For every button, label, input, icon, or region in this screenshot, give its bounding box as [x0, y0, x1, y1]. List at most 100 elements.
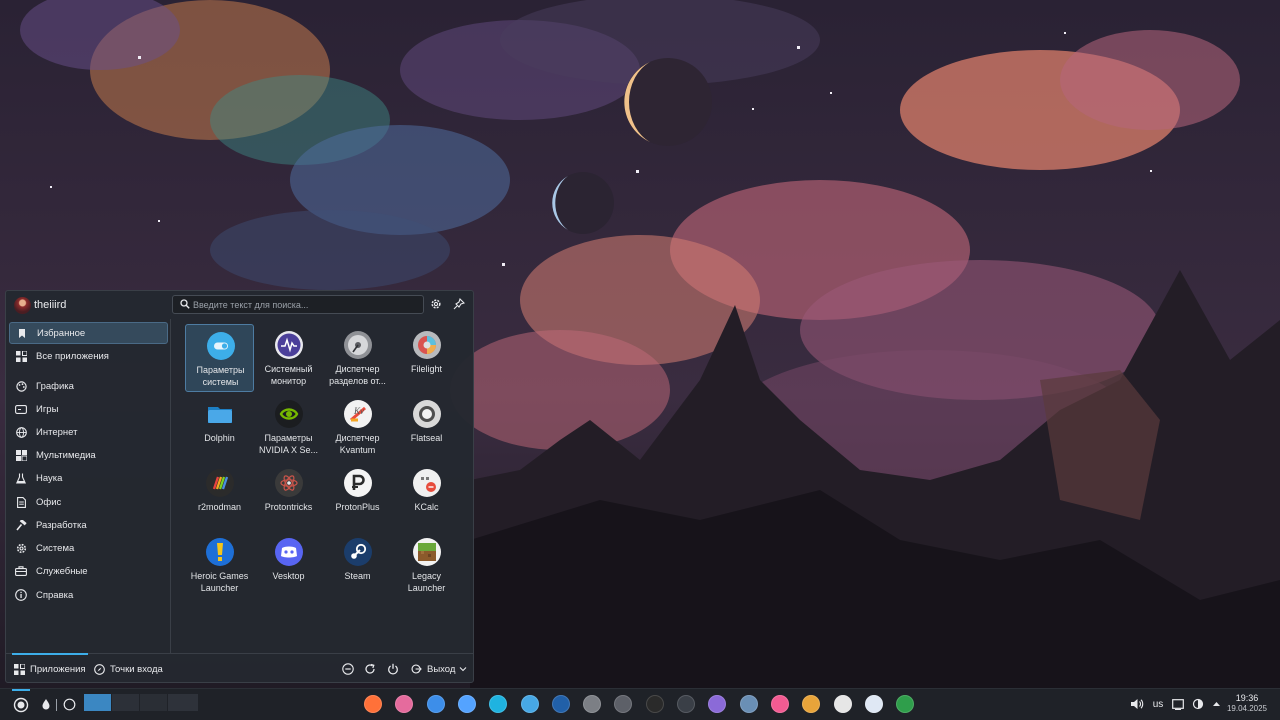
tab-applications[interactable]: Приложения: [12, 653, 88, 678]
category-favorites[interactable]: Избранное: [9, 322, 168, 344]
show-hidden-icons-button[interactable]: [1209, 695, 1223, 713]
taskbar-app-button[interactable]: [832, 693, 854, 715]
restart-button[interactable]: [363, 662, 376, 675]
app-filelight[interactable]: Filelight: [392, 324, 461, 392]
virtual-desktop-3[interactable]: [140, 694, 167, 711]
volume-button[interactable]: [1129, 695, 1145, 713]
logout-menu-button[interactable]: Выход: [411, 660, 467, 678]
category-all-apps[interactable]: Все приложения: [9, 345, 168, 367]
app-flatseal[interactable]: Flatseal: [392, 393, 461, 461]
taskbar-app-button[interactable]: [612, 693, 634, 715]
tab-places[interactable]: Точки входа: [94, 660, 163, 678]
app-kcalc[interactable]: KCalc: [392, 462, 461, 530]
taskbar-app-button[interactable]: [738, 693, 760, 715]
virtual-machine-icon: [740, 695, 758, 713]
digital-clock[interactable]: 19:36 19.04.2025: [1222, 693, 1272, 714]
category-label: Система: [36, 542, 75, 554]
category-help[interactable]: Справка: [9, 584, 168, 606]
virtual-desktop-2[interactable]: [112, 694, 139, 711]
app-system-settings[interactable]: Параметры системы: [185, 324, 254, 392]
category-graphics[interactable]: Графика: [9, 375, 168, 397]
app-kvantum-manager[interactable]: Kv Диспетчер Kvantum: [323, 393, 392, 461]
category-multimedia[interactable]: Мультимедиа: [9, 444, 168, 466]
taskbar-app-button[interactable]: [863, 693, 885, 715]
layers-icon: [802, 695, 820, 713]
sleep-button[interactable]: [341, 662, 354, 675]
app-label: Параметры системы: [196, 365, 245, 387]
app-legacy-launcher[interactable]: Legacy Launcher: [392, 531, 461, 599]
kde-connect-icon: [489, 695, 507, 713]
app-steam[interactable]: Steam: [323, 531, 392, 599]
spreadsheet-icon: [896, 695, 914, 713]
category-label: Офис: [36, 496, 62, 508]
flatseal-icon: [413, 400, 441, 428]
app-dolphin[interactable]: Dolphin: [185, 393, 254, 461]
system-monitor-icon: [275, 331, 303, 359]
tab-places-label: Точки входа: [110, 663, 163, 675]
protonplus-icon: [344, 469, 372, 497]
category-development[interactable]: Разработка: [9, 514, 168, 536]
app-protonplus[interactable]: ProtonPlus: [323, 462, 392, 530]
hammer-icon: [15, 519, 27, 531]
category-office[interactable]: Офис: [9, 491, 168, 513]
gear-icon: [431, 299, 441, 309]
app-label: Параметры NVIDIA X Se...: [258, 433, 319, 455]
circle-icon: [63, 698, 75, 710]
taskbar-app-button[interactable]: [456, 693, 478, 715]
restart-icon: [364, 663, 375, 674]
color-picker-button[interactable]: [36, 694, 56, 714]
app-label: Dolphin: [204, 433, 235, 443]
shutdown-button[interactable]: [386, 662, 399, 675]
user-avatar[interactable]: [14, 297, 31, 314]
category-label: Разработка: [36, 519, 87, 531]
network-tool-icon: [614, 695, 632, 713]
protontricks-icon: [275, 469, 303, 497]
taskbar-app-button[interactable]: [425, 693, 447, 715]
app-partition-manager[interactable]: Диспетчер разделов от...: [323, 324, 392, 392]
taskbar-app-button[interactable]: [800, 693, 822, 715]
gamepad-icon: [15, 403, 27, 415]
category-system[interactable]: Система: [9, 537, 168, 559]
app-protontricks[interactable]: Protontricks: [254, 462, 323, 530]
app-heroic-games-launcher[interactable]: Heroic Games Launcher: [185, 531, 254, 599]
configure-button[interactable]: [429, 297, 443, 311]
taskbar-app-button[interactable]: [675, 693, 697, 715]
keyboard-layout-indicator[interactable]: us: [1150, 695, 1166, 713]
taskbar-app-button[interactable]: [393, 693, 415, 715]
app-nvidia-settings[interactable]: Параметры NVIDIA X Se...: [254, 393, 323, 461]
application-launcher-button[interactable]: [11, 695, 31, 715]
app-label: Диспетчер разделов от...: [329, 364, 386, 386]
taskbar-app-button[interactable]: [769, 693, 791, 715]
app-vesktop[interactable]: Vesktop: [254, 531, 323, 599]
taskbar-app-button[interactable]: [519, 693, 541, 715]
night-color-button[interactable]: [1190, 695, 1206, 713]
virtual-desktop-4[interactable]: [168, 694, 198, 711]
droplet-icon: [42, 699, 50, 710]
category-games[interactable]: Игры: [9, 398, 168, 420]
category-utilities[interactable]: Служебные: [9, 560, 168, 582]
category-science[interactable]: Наука: [9, 467, 168, 489]
partition-manager-icon: [344, 331, 372, 359]
taskbar-app-button[interactable]: [894, 693, 916, 715]
app-label: Protontricks: [264, 502, 313, 512]
palette-icon: [15, 380, 27, 392]
taskbar-app-button[interactable]: [581, 693, 603, 715]
taskbar-app-button[interactable]: [362, 693, 384, 715]
search-field[interactable]: [172, 295, 424, 314]
search-input[interactable]: [193, 298, 418, 311]
overview-button[interactable]: [59, 694, 79, 714]
taskbar-app-button[interactable]: [706, 693, 728, 715]
app-system-monitor[interactable]: Системный монитор: [254, 324, 323, 392]
taskbar-app-button[interactable]: [550, 693, 572, 715]
vesktop-icon: [275, 538, 303, 566]
app-r2modman[interactable]: r2modman: [185, 462, 254, 530]
taskbar-app-button[interactable]: [644, 693, 666, 715]
virtual-desktop-1[interactable]: [84, 694, 111, 711]
app-label: Диспетчер Kvantum: [335, 433, 380, 455]
category-internet[interactable]: Интернет: [9, 421, 168, 443]
r2modman-icon: [206, 469, 234, 497]
clipboard-button[interactable]: [1170, 695, 1186, 713]
pin-button[interactable]: [452, 297, 466, 311]
gear-icon: [15, 542, 27, 554]
taskbar-app-button[interactable]: [487, 693, 509, 715]
